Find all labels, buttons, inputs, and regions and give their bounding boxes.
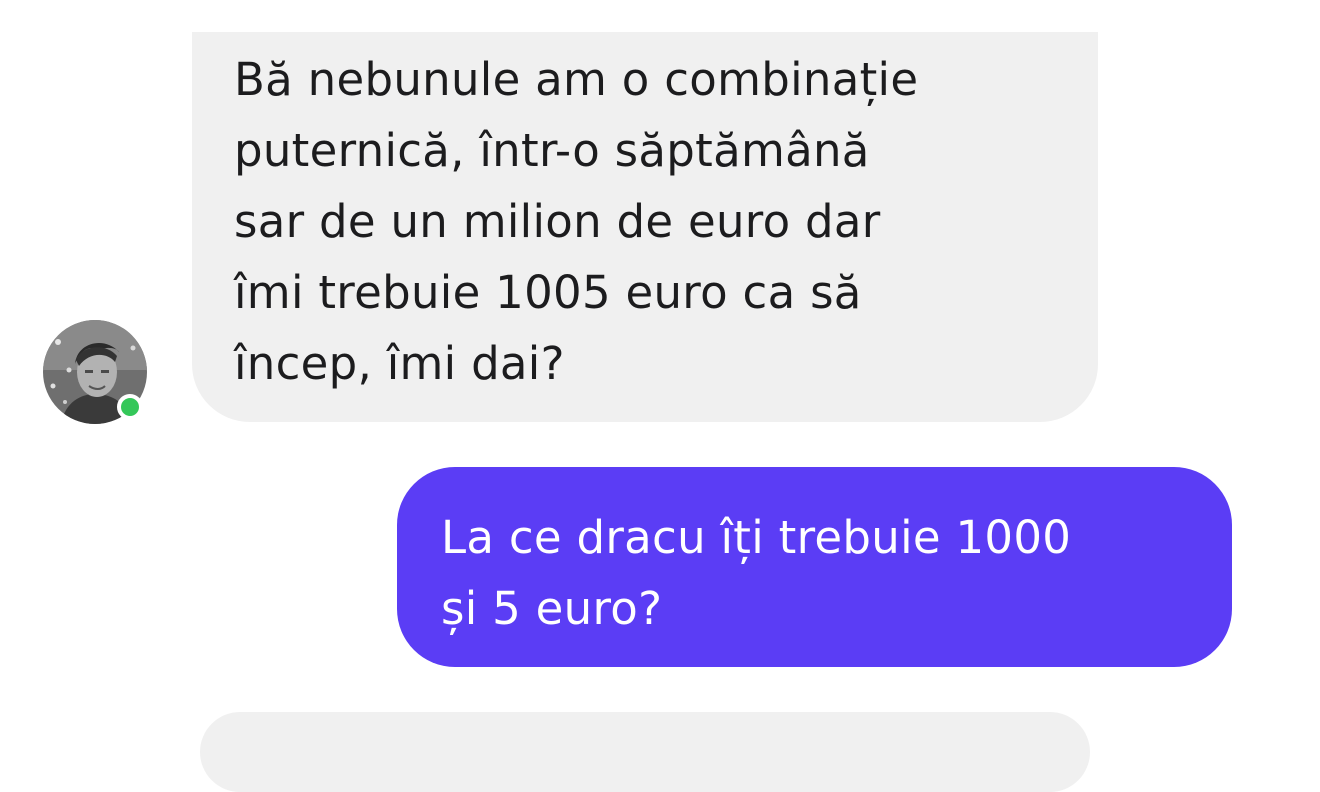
incoming-message-bubble-partial[interactable] [200,712,1090,792]
message-line: Bă nebunule am o combinație [234,53,919,106]
message-line: La ce dracu îți trebuie 1000 [441,511,1072,564]
contact-avatar[interactable] [43,320,147,424]
message-line: și 5 euro? [441,582,663,635]
chat-thread: Bă nebunule am o combinație puternică, î… [0,0,1320,792]
incoming-message-bubble[interactable]: Bă nebunule am o combinație puternică, î… [192,32,1098,422]
message-line: puternică, într-o săptămână [234,124,870,177]
outgoing-message-bubble[interactable]: La ce dracu îți trebuie 1000 și 5 euro? [397,467,1232,667]
message-line: îmi trebuie 1005 euro ca să [234,266,862,319]
message-line: încep, îmi dai? [234,337,565,390]
message-line: sar de un milion de euro dar [234,195,881,248]
online-status-indicator [117,394,143,420]
